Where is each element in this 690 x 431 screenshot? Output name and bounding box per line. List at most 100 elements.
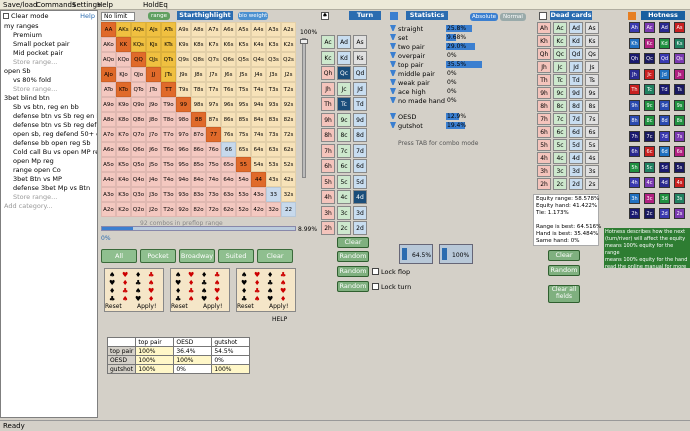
suit-pip[interactable]: ♥ <box>109 279 115 287</box>
filter-icon[interactable] <box>390 70 396 76</box>
hand-cell[interactable]: KTs <box>161 37 176 52</box>
turn-card[interactable]: Kd <box>337 50 351 65</box>
hand-cell[interactable]: 77 <box>206 127 221 142</box>
suit-pip[interactable]: ♦ <box>175 287 181 295</box>
hand-cell[interactable]: 54o <box>236 172 251 187</box>
hand-cell[interactable]: Q2s <box>281 52 296 67</box>
turn-suit-icon[interactable]: ♠ <box>321 12 329 20</box>
dead-card[interactable]: 4s <box>585 152 599 164</box>
suit-pip[interactable]: ♠ <box>135 287 141 295</box>
filter-icon[interactable] <box>390 122 396 128</box>
hand-cell[interactable]: J2s <box>281 67 296 82</box>
turn-card[interactable]: 9d <box>353 112 367 127</box>
hand-cell[interactable]: 73s <box>266 127 281 142</box>
hand-cell[interactable]: QTo <box>131 82 146 97</box>
turn-card[interactable]: Qh <box>321 66 335 80</box>
hand-cell[interactable]: QQ <box>131 52 146 67</box>
suit-pip[interactable]: ♦ <box>214 295 220 303</box>
hand-cell[interactable]: JJ <box>146 67 161 82</box>
filter-icon[interactable] <box>390 34 396 40</box>
hand-cell[interactable]: Q9o <box>131 97 146 112</box>
hand-cell[interactable]: K3s <box>266 37 281 52</box>
tree-item[interactable]: Store range... <box>13 58 97 67</box>
turn-card[interactable]: 2d <box>353 221 367 235</box>
turn-card[interactable]: 9h <box>321 112 335 127</box>
hand-cell[interactable]: T7s <box>206 82 221 97</box>
hand-cell[interactable]: KK <box>116 37 131 52</box>
dead-card[interactable]: 2d <box>569 178 583 190</box>
hand-cell[interactable]: 93o <box>176 187 191 202</box>
turn-card[interactable]: 7d <box>353 143 367 158</box>
hand-cell[interactable]: 62s <box>281 142 296 157</box>
matrix-reset-button[interactable]: Reset <box>105 303 122 310</box>
suit-pip[interactable]: ♥ <box>135 295 141 303</box>
dead-card[interactable]: 9d <box>569 87 583 99</box>
hand-cell[interactable]: 72o <box>206 202 221 217</box>
hand-cell[interactable]: JTs <box>161 67 176 82</box>
suit-pip[interactable]: ♣ <box>175 295 181 303</box>
suit-pip[interactable]: ♠ <box>267 287 273 295</box>
dead-card[interactable]: 6c <box>553 126 567 138</box>
hand-cell[interactable]: 98o <box>176 112 191 127</box>
suit-pip[interactable]: ♠ <box>201 287 207 295</box>
hand-cell[interactable]: Q5o <box>131 157 146 172</box>
hand-cell[interactable]: J3o <box>146 187 161 202</box>
hand-cell[interactable]: 74s <box>251 127 266 142</box>
suit-pip[interactable]: ♣ <box>241 295 247 303</box>
hand-cell[interactable]: J4o <box>146 172 161 187</box>
hand-cell[interactable]: J4s <box>251 67 266 82</box>
turn-card[interactable]: 8h <box>321 128 335 142</box>
hand-cell[interactable]: A2s <box>281 22 296 37</box>
filter-icon[interactable] <box>390 61 396 67</box>
turn-card[interactable]: 3d <box>353 205 367 220</box>
dead-card[interactable]: Ts <box>585 74 599 86</box>
clear-all-fields-button[interactable]: Clear all fields <box>548 285 580 303</box>
hand-cell[interactable]: A8o <box>101 112 116 127</box>
dead-card[interactable]: 7d <box>569 113 583 125</box>
hand-cell[interactable]: 98s <box>191 97 206 112</box>
dead-card[interactable]: 3d <box>569 165 583 177</box>
hand-cell[interactable]: A4o <box>101 172 116 187</box>
suit-pip[interactable]: ♠ <box>280 279 286 287</box>
hand-cell[interactable]: 53o <box>236 187 251 202</box>
hand-cell[interactable]: K7o <box>116 127 131 142</box>
tree-item[interactable]: 3bet Btn vs MP <box>13 175 97 184</box>
hand-cell[interactable]: A6o <box>101 142 116 157</box>
hand-cell[interactable]: 44 <box>251 172 266 187</box>
tree-item[interactable]: defense btn vs Sb reg def 50+ en b <box>13 121 97 130</box>
hand-cell[interactable]: T7o <box>161 127 176 142</box>
hand-cell[interactable]: KTo <box>116 82 131 97</box>
hand-cell[interactable]: 64s <box>251 142 266 157</box>
dead-cards-icon[interactable] <box>539 12 547 20</box>
dead-card[interactable]: 6d <box>569 126 583 138</box>
dead-clear-button[interactable]: Clear <box>548 250 580 261</box>
dead-card[interactable]: Qh <box>537 48 551 60</box>
hand-cell[interactable]: Q6s <box>221 52 236 67</box>
hand-cell[interactable]: A5o <box>101 157 116 172</box>
turn-card[interactable]: 2c <box>337 221 351 235</box>
dead-card[interactable]: Ks <box>585 35 599 47</box>
help-label[interactable]: HELP <box>272 316 287 323</box>
suit-pip[interactable]: ♥ <box>175 279 181 287</box>
dead-card[interactable]: 9s <box>585 87 599 99</box>
dead-card[interactable]: 9h <box>537 87 551 99</box>
turn-clear-button[interactable]: Clear <box>337 237 369 248</box>
suit-pip[interactable]: ♦ <box>188 279 194 287</box>
hand-cell[interactable]: A3o <box>101 187 116 202</box>
turn-card[interactable]: 6h <box>321 159 335 173</box>
tree-item[interactable]: Small pocket pair <box>13 40 97 49</box>
suit-pip[interactable]: ♣ <box>267 279 273 287</box>
suit-pip[interactable]: ♠ <box>241 271 247 279</box>
turn-card[interactable]: Th <box>321 97 335 111</box>
turn-card[interactable]: 4h <box>321 190 335 204</box>
suit-pip[interactable]: ♠ <box>214 279 220 287</box>
hand-cell[interactable]: 54s <box>251 157 266 172</box>
hand-cell[interactable]: 97s <box>206 97 221 112</box>
turn-card[interactable]: 5c <box>337 174 351 189</box>
hand-cell[interactable]: A7s <box>206 22 221 37</box>
turn-card[interactable]: Ac <box>321 35 335 49</box>
statistics-filter-icon[interactable] <box>390 12 398 20</box>
hand-cell[interactable]: T8s <box>191 82 206 97</box>
hand-cell[interactable]: 52s <box>281 157 296 172</box>
turn-card[interactable]: Qd <box>353 66 367 80</box>
